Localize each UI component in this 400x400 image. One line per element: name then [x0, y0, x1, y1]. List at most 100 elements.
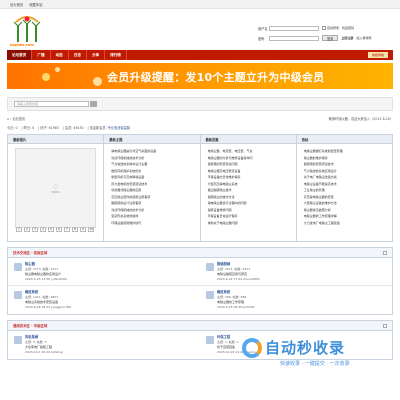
hot-list: 电除尘器振打系统的配置原理 除尘器的维护保养 脱硫塔的安装调试技术 气力输送的系… [297, 144, 392, 226]
join-link[interactable]: 加入易特网 [356, 36, 371, 40]
collapse-toggle-icon[interactable] [383, 250, 387, 255]
pager-dot[interactable]: 9 [80, 227, 86, 232]
last-post-link[interactable]: 电除尘器的工作原理 [217, 300, 244, 304]
list-item[interactable]: 环保设备使用维护技巧 [111, 220, 196, 227]
set-home-link[interactable]: 设为首页 [10, 2, 23, 7]
members-count: 49430 [73, 125, 84, 130]
breadcrumb-home[interactable]: 论坛首页 [12, 117, 25, 121]
yesterday-label: 昨日: [23, 125, 32, 130]
image-slide[interactable]: ◌ 100% [15, 148, 97, 228]
last-post-link[interactable]: 除尘器电除尘器的应用设计 [25, 272, 61, 276]
main-nav: 论坛首页 广播 动态 日志 分享 排行榜 快捷导航 [7, 50, 393, 60]
today-count: 0 [15, 125, 18, 130]
username-input[interactable] [269, 25, 319, 31]
pager-dot[interactable]: 1 [16, 227, 22, 232]
nav-item-ranking[interactable]: 排行榜 [105, 50, 127, 60]
last-post-time: 2024-6-24 17:04 zhuoz0830 [217, 277, 260, 281]
list-item[interactable]: 大力发电厂电除尘工程改造 [304, 220, 389, 227]
forum-icon [206, 263, 214, 271]
pager-dot[interactable]: 7 [64, 227, 70, 232]
favorite-link[interactable]: 收藏本站 [29, 2, 42, 7]
column-title: 最新回复 [200, 135, 296, 144]
banner-decoration [93, 77, 102, 86]
header: eppbbs.com 用户名 自动登录 找回密码 密码 登录 立即注册 加入易特… [0, 9, 400, 50]
image-zoom-label: 100% [51, 189, 60, 194]
slide-pager: 1 2 3 4 5 6 7 8 9 10 [16, 227, 94, 232]
password-input[interactable] [269, 35, 319, 41]
last-post-link[interactable]: 喷干自塔回答 [217, 345, 235, 349]
watermark: 自动秒收录 [242, 337, 345, 358]
watermark-logo-icon [242, 337, 262, 358]
last-post-time: 2024-5-23 13:58 yufan2002 [25, 277, 68, 281]
last-post-link[interactable]: 大功率电厂脱硫工程 [25, 345, 52, 349]
pager-dot[interactable]: 2 [24, 227, 30, 232]
auto-login-label: 自动登录 [327, 26, 340, 30]
forum-section-tech: 技术交流区 - 初级区域 除尘器 主题: 2773, 帖数: 9117 除尘器电… [7, 247, 393, 315]
watermark-slogan: 快速收录 · 一键提交 · 一次收录 [280, 361, 350, 367]
promo-banner[interactable]: 会员升级提醒：发10个主题立升为中级会员 [7, 63, 393, 89]
search-button[interactable] [90, 101, 97, 107]
quick-nav-button[interactable]: 快捷导航 [367, 52, 388, 58]
forum-icon [206, 336, 214, 344]
nav-item-blog[interactable]: 日志 [69, 50, 87, 60]
logo-icon[interactable] [10, 14, 44, 45]
list-item[interactable]: 求助关于电除尘器问题 [208, 220, 293, 227]
column-title: 热帖 [296, 135, 392, 144]
forum-row: 输送系统 主题: 1411, 帖数: 4853 电除尘系统技术安装设备 2024… [8, 286, 392, 314]
forum-row: 除尘器 主题: 2773, 帖数: 9117 除尘器电除尘器的应用设计 2024… [8, 258, 392, 286]
newest-member-label: 欢迎新会员: [89, 125, 107, 130]
nav-item-home[interactable]: 论坛首页 [7, 50, 33, 60]
pager-dot[interactable]: 6 [56, 227, 62, 232]
image-placeholder-icon: ◌ [53, 182, 59, 190]
latest-replies-column: 最新回复 电除尘器、电流低、电压低、气总 电除尘器的分析与维修设备操作问 脱硫塔… [200, 135, 297, 241]
pager-dot[interactable]: 3 [32, 227, 38, 232]
last-post-link[interactable]: 电除尘系统技术安装设备 [25, 300, 58, 304]
login-form: 用户名 自动登录 找回密码 密码 登录 立即注册 加入易特网 [258, 25, 393, 45]
section-title[interactable]: 通用技术区 - 中级区域 [13, 323, 47, 328]
banner-decoration [42, 73, 50, 81]
forgot-password-link[interactable]: 找回密码 [342, 26, 354, 30]
pager-dot[interactable]: 5 [48, 227, 54, 232]
column-title: 最新主题 [104, 135, 200, 144]
reply-list: 电除尘器、电流低、电压低、气总 电除尘器的分析与维修设备操作问 脱硫塔的安装调试… [201, 144, 296, 226]
password-label: 密码 [258, 36, 265, 41]
yesterday-count: 0 [32, 125, 35, 130]
today-label: 今日: [7, 125, 15, 130]
forum-icon [14, 263, 22, 271]
username-label: 用户名 [258, 26, 268, 31]
portal-block: 最新图片 ◌ 100% 1 2 3 4 5 6 7 8 9 10 最新主题 静电… [7, 134, 393, 242]
pager-dot[interactable]: 10 [88, 227, 94, 232]
nav-item-feed[interactable]: 动态 [51, 50, 69, 60]
posts-count: 61983 [48, 125, 59, 130]
section-title[interactable]: 技术交流区 - 初级区域 [13, 250, 47, 255]
column-title: 最新图片 [8, 135, 104, 144]
announcement[interactable]: 敏博环保仪器、欢迎大家加入（2012-6-20） [329, 116, 393, 121]
latest-images-column: 最新图片 ◌ 100% 1 2 3 4 5 6 7 8 9 10 [8, 135, 105, 241]
last-post-time: 2023-10-1 20:20 tofahng [25, 350, 63, 354]
auto-login-checkbox[interactable] [322, 26, 326, 30]
search-input[interactable]: 请输入搜索内容 [14, 101, 89, 107]
last-post-link[interactable]: 电除尘脱硫应用与研究 [217, 272, 247, 276]
login-button[interactable]: 登录 [322, 35, 339, 41]
logo-text: eppbbs.com [10, 43, 34, 47]
collapse-toggle-icon[interactable] [383, 323, 387, 328]
forum-stats: 今日: 0 | 昨日: 0 | 帖子: 61983 | 会员: 49430 | … [7, 125, 130, 130]
forum-icon [206, 291, 214, 299]
last-post-time: 2024-5-25 09:36 pu5000 [217, 305, 255, 309]
forum-icon [14, 336, 22, 344]
register-link[interactable]: 立即注册 [341, 36, 353, 40]
top-bar: 设为首页 收藏本站 [0, 0, 400, 9]
pager-dot[interactable]: 8 [72, 227, 78, 232]
members-label: 会员: [64, 125, 73, 130]
forum-cell: 输送系统 主题: 1411, 帖数: 4853 电除尘系统技术安装设备 2024… [8, 286, 200, 314]
forum-icon [14, 291, 22, 299]
banner-decoration [55, 67, 60, 72]
last-post-time: 2024-6-26 18:23 yanggum789 [25, 305, 71, 309]
nav-item-broadcast[interactable]: 广播 [32, 50, 51, 60]
banner-text: 会员升级提醒：发10个主题立升为中级会员 [107, 71, 325, 84]
newest-member[interactable]: 专业电池保温膜 [108, 126, 130, 130]
breadcrumb: ⌂ › 论坛首页 敏博环保仪器、欢迎大家加入（2012-6-20） [7, 114, 393, 122]
hot-threads-column: 热帖 电除尘器振打系统的配置原理 除尘器的维护保养 脱硫塔的安装调试技术 气力输… [296, 135, 392, 241]
pager-dot[interactable]: 4 [40, 227, 46, 232]
nav-item-share[interactable]: 分享 [87, 50, 106, 60]
